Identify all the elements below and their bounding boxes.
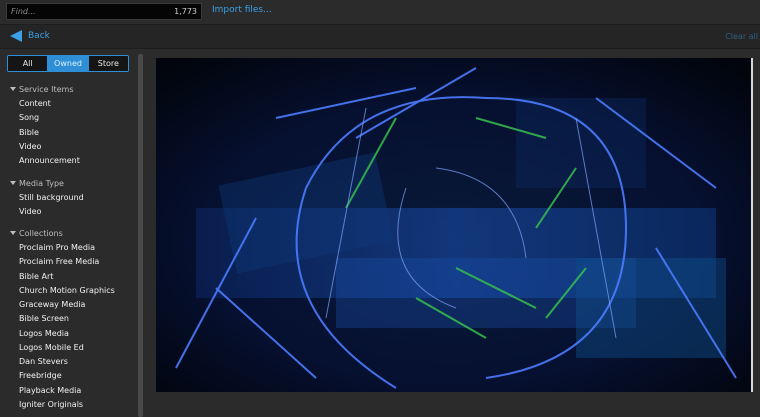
sidebar-item-collection[interactable]: Freebridge [19, 371, 62, 380]
result-count: 1,773 [174, 7, 197, 16]
sidebar-item-collection[interactable]: Logos Media [19, 329, 69, 338]
sidebar-item-collection[interactable]: Playback Media [19, 386, 81, 395]
clear-all-link[interactable]: Clear all [725, 32, 758, 41]
section-title: Media Type [19, 179, 64, 188]
sidebar-item-collection[interactable]: Igniter Originals [19, 400, 83, 409]
section-service-items[interactable]: Service Items [10, 85, 74, 94]
section-title: Service Items [19, 85, 74, 94]
collapse-caret-icon [10, 87, 16, 91]
sidebar-item-collection[interactable]: Logos Mobile Ed [19, 343, 84, 352]
import-files-link[interactable]: Import files... [212, 5, 272, 15]
section-media-type[interactable]: Media Type [10, 179, 64, 188]
sidebar-item-collection[interactable]: Bible Art [19, 272, 53, 281]
tab-all[interactable]: All [8, 56, 48, 71]
sidebar-item-announcement[interactable]: Announcement [19, 156, 80, 165]
back-label: Back [28, 31, 50, 41]
sidebar-item-video-type[interactable]: Video [19, 207, 41, 216]
section-title: Collections [19, 229, 63, 238]
preview-border [751, 58, 753, 392]
tab-store[interactable]: Store [87, 56, 128, 71]
collapse-caret-icon [10, 181, 16, 185]
sidebar-item-collection[interactable]: Proclaim Pro Media [19, 243, 95, 252]
sidebar-item-collection[interactable]: Dan Stevers [19, 357, 68, 366]
search-box[interactable]: 1,773 [6, 3, 202, 20]
section-collections[interactable]: Collections [10, 229, 63, 238]
sidebar-scrollbar-thumb[interactable] [138, 54, 143, 417]
sidebar-item-collection[interactable]: Church Motion Graphics [19, 286, 115, 295]
sidebar-item-song[interactable]: Song [19, 113, 39, 122]
search-input[interactable] [11, 5, 161, 18]
sidebar-item-bible[interactable]: Bible [19, 128, 39, 137]
sidebar-item-collection[interactable]: Bible Screen [19, 314, 69, 323]
sidebar-item-still-background[interactable]: Still background [19, 193, 84, 202]
sidebar-item-video[interactable]: Video [19, 142, 41, 151]
back-arrow-icon [10, 30, 22, 42]
collapse-caret-icon [10, 231, 16, 235]
sidebar-item-collection[interactable]: Proclaim Free Media [19, 257, 99, 266]
navigation-bar: Back Clear all [0, 24, 760, 49]
tab-owned[interactable]: Owned [47, 56, 88, 71]
media-preview-image[interactable] [156, 58, 751, 392]
sidebar-item-collection[interactable]: Graceway Media [19, 300, 85, 309]
filter-segmented-control: All Owned Store [7, 55, 129, 72]
top-toolbar: 1,773 Import files... [0, 0, 760, 24]
abstract-blue-rings-artwork [156, 58, 751, 392]
sidebar-item-content[interactable]: Content [19, 99, 51, 108]
